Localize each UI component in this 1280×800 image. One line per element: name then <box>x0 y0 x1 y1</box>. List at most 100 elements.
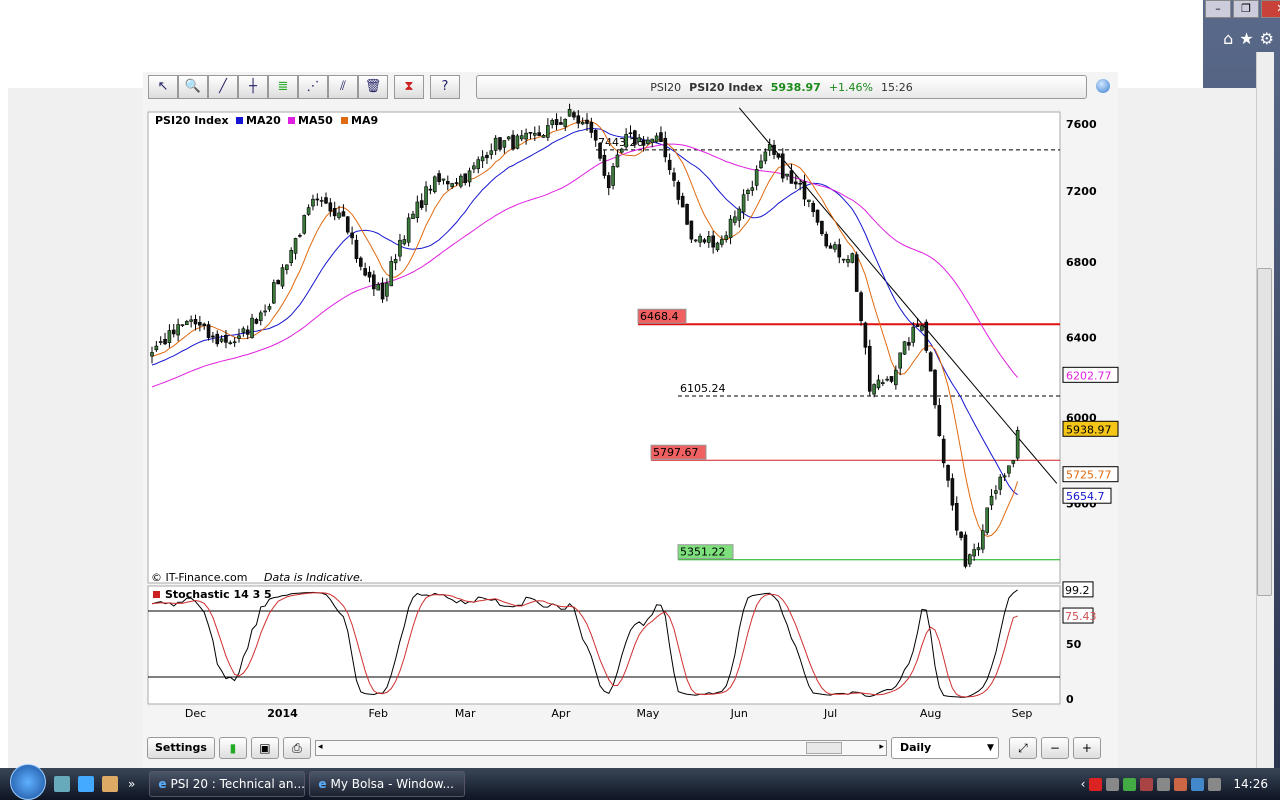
candle <box>663 137 668 158</box>
candle <box>706 236 711 243</box>
last-value-label: 5725.77 <box>1066 469 1112 482</box>
candle <box>219 338 224 342</box>
candle <box>702 239 707 243</box>
price-chart[interactable]: 7443.266468.46105.245797.675351.2205099.… <box>0 0 1280 730</box>
save-icon[interactable]: ▣ <box>250 737 279 759</box>
candle <box>981 530 985 550</box>
candle <box>267 306 272 310</box>
candle <box>524 132 528 140</box>
candle <box>463 173 468 183</box>
candle <box>493 137 498 151</box>
y-tick-label: 6800 <box>1066 256 1097 269</box>
candle <box>976 547 981 551</box>
candle <box>728 218 733 238</box>
candle <box>332 208 337 217</box>
tray-expand-icon[interactable]: ‹ <box>1081 777 1086 791</box>
candle <box>154 345 159 351</box>
horizontal-line-label: 6105.24 <box>680 382 726 395</box>
candle <box>802 181 807 200</box>
candle <box>1002 475 1007 478</box>
stochastic-title: Stochastic 14 3 5 <box>165 588 272 601</box>
y-tick-label: 7200 <box>1066 185 1097 198</box>
candle <box>302 215 307 234</box>
zoom-fit-icon[interactable]: ⤢ <box>1008 737 1037 759</box>
candlestick-icon[interactable]: ▮ <box>218 737 247 759</box>
candle <box>641 139 646 146</box>
candle <box>972 549 976 557</box>
ie-icon: e <box>158 777 167 791</box>
candle <box>763 151 768 162</box>
candle <box>776 153 781 158</box>
x-tick-label: Feb <box>368 707 387 720</box>
candle <box>789 170 794 184</box>
candle <box>693 239 698 242</box>
x-tick-label: Jun <box>730 707 748 720</box>
candle <box>720 239 724 245</box>
candle <box>198 322 202 326</box>
candle <box>363 268 367 276</box>
candle <box>824 233 829 247</box>
tray-app-icon[interactable] <box>1106 777 1120 791</box>
legend-title: PSI20 Index <box>155 114 229 127</box>
candle <box>880 382 885 384</box>
volume-icon[interactable] <box>1208 777 1222 791</box>
candle <box>863 322 868 348</box>
ie-quicklaunch-icon[interactable] <box>78 776 94 792</box>
candle <box>941 438 946 464</box>
candle <box>767 144 772 151</box>
candle <box>593 129 598 141</box>
period-select[interactable]: Daily ▼ <box>890 737 999 759</box>
chart-scrollbar-thumb[interactable] <box>805 742 842 754</box>
candle <box>519 135 524 140</box>
candle <box>163 338 167 345</box>
candle <box>350 232 354 239</box>
candle <box>954 502 959 531</box>
candle <box>815 209 820 223</box>
candle <box>376 284 381 291</box>
candle <box>650 138 655 143</box>
candle <box>537 132 541 136</box>
candle <box>511 134 515 150</box>
network-icon[interactable] <box>1191 777 1205 791</box>
candle <box>689 220 694 240</box>
clock[interactable]: 14:26 <box>1233 777 1268 791</box>
tray-app-icon[interactable] <box>1089 777 1103 791</box>
show-desktop-icon[interactable] <box>54 776 70 792</box>
candle <box>550 120 555 125</box>
tray-app-icon[interactable] <box>1174 777 1188 791</box>
task-item[interactable]: e My Bolsa - Window... <box>309 771 466 797</box>
zoom-out-icon[interactable]: − <box>1040 737 1069 759</box>
candle <box>750 187 755 191</box>
more-icon[interactable]: » <box>128 777 135 791</box>
candle <box>820 220 824 235</box>
zoom-in-button[interactable]: + <box>1072 737 1101 759</box>
legend-ma50: MA50 <box>298 114 333 127</box>
tray-app-icon[interactable] <box>1123 777 1137 791</box>
candle <box>654 135 659 143</box>
candle <box>602 154 607 176</box>
candle <box>859 292 863 322</box>
indicator-tick-label: 50 <box>1066 638 1082 651</box>
app-quicklaunch-icon[interactable] <box>102 776 118 792</box>
candle <box>876 379 881 389</box>
tray-app-icon[interactable] <box>1140 777 1154 791</box>
candle <box>472 165 476 170</box>
settings-button[interactable]: Settings <box>147 737 215 759</box>
task-label: My Bolsa - Window... <box>330 777 454 791</box>
start-button[interactable] <box>10 764 46 800</box>
candle <box>289 250 294 264</box>
candle <box>928 352 933 372</box>
task-item[interactable]: e PSI 20 : Technical an... <box>149 771 306 797</box>
candle <box>793 181 798 185</box>
chart-scrollbar[interactable]: ◂ ▸ <box>314 740 887 756</box>
candle <box>206 324 211 338</box>
last-value-label: 6202.77 <box>1066 369 1112 382</box>
candle <box>180 324 185 326</box>
tray-app-icon[interactable] <box>1157 777 1171 791</box>
candle <box>646 139 650 145</box>
print-icon[interactable]: ⎙ <box>282 737 311 759</box>
y-tick-label: 6400 <box>1066 331 1097 344</box>
candle <box>733 216 737 223</box>
x-tick-label: May <box>637 707 660 720</box>
price-panel <box>147 111 1061 584</box>
